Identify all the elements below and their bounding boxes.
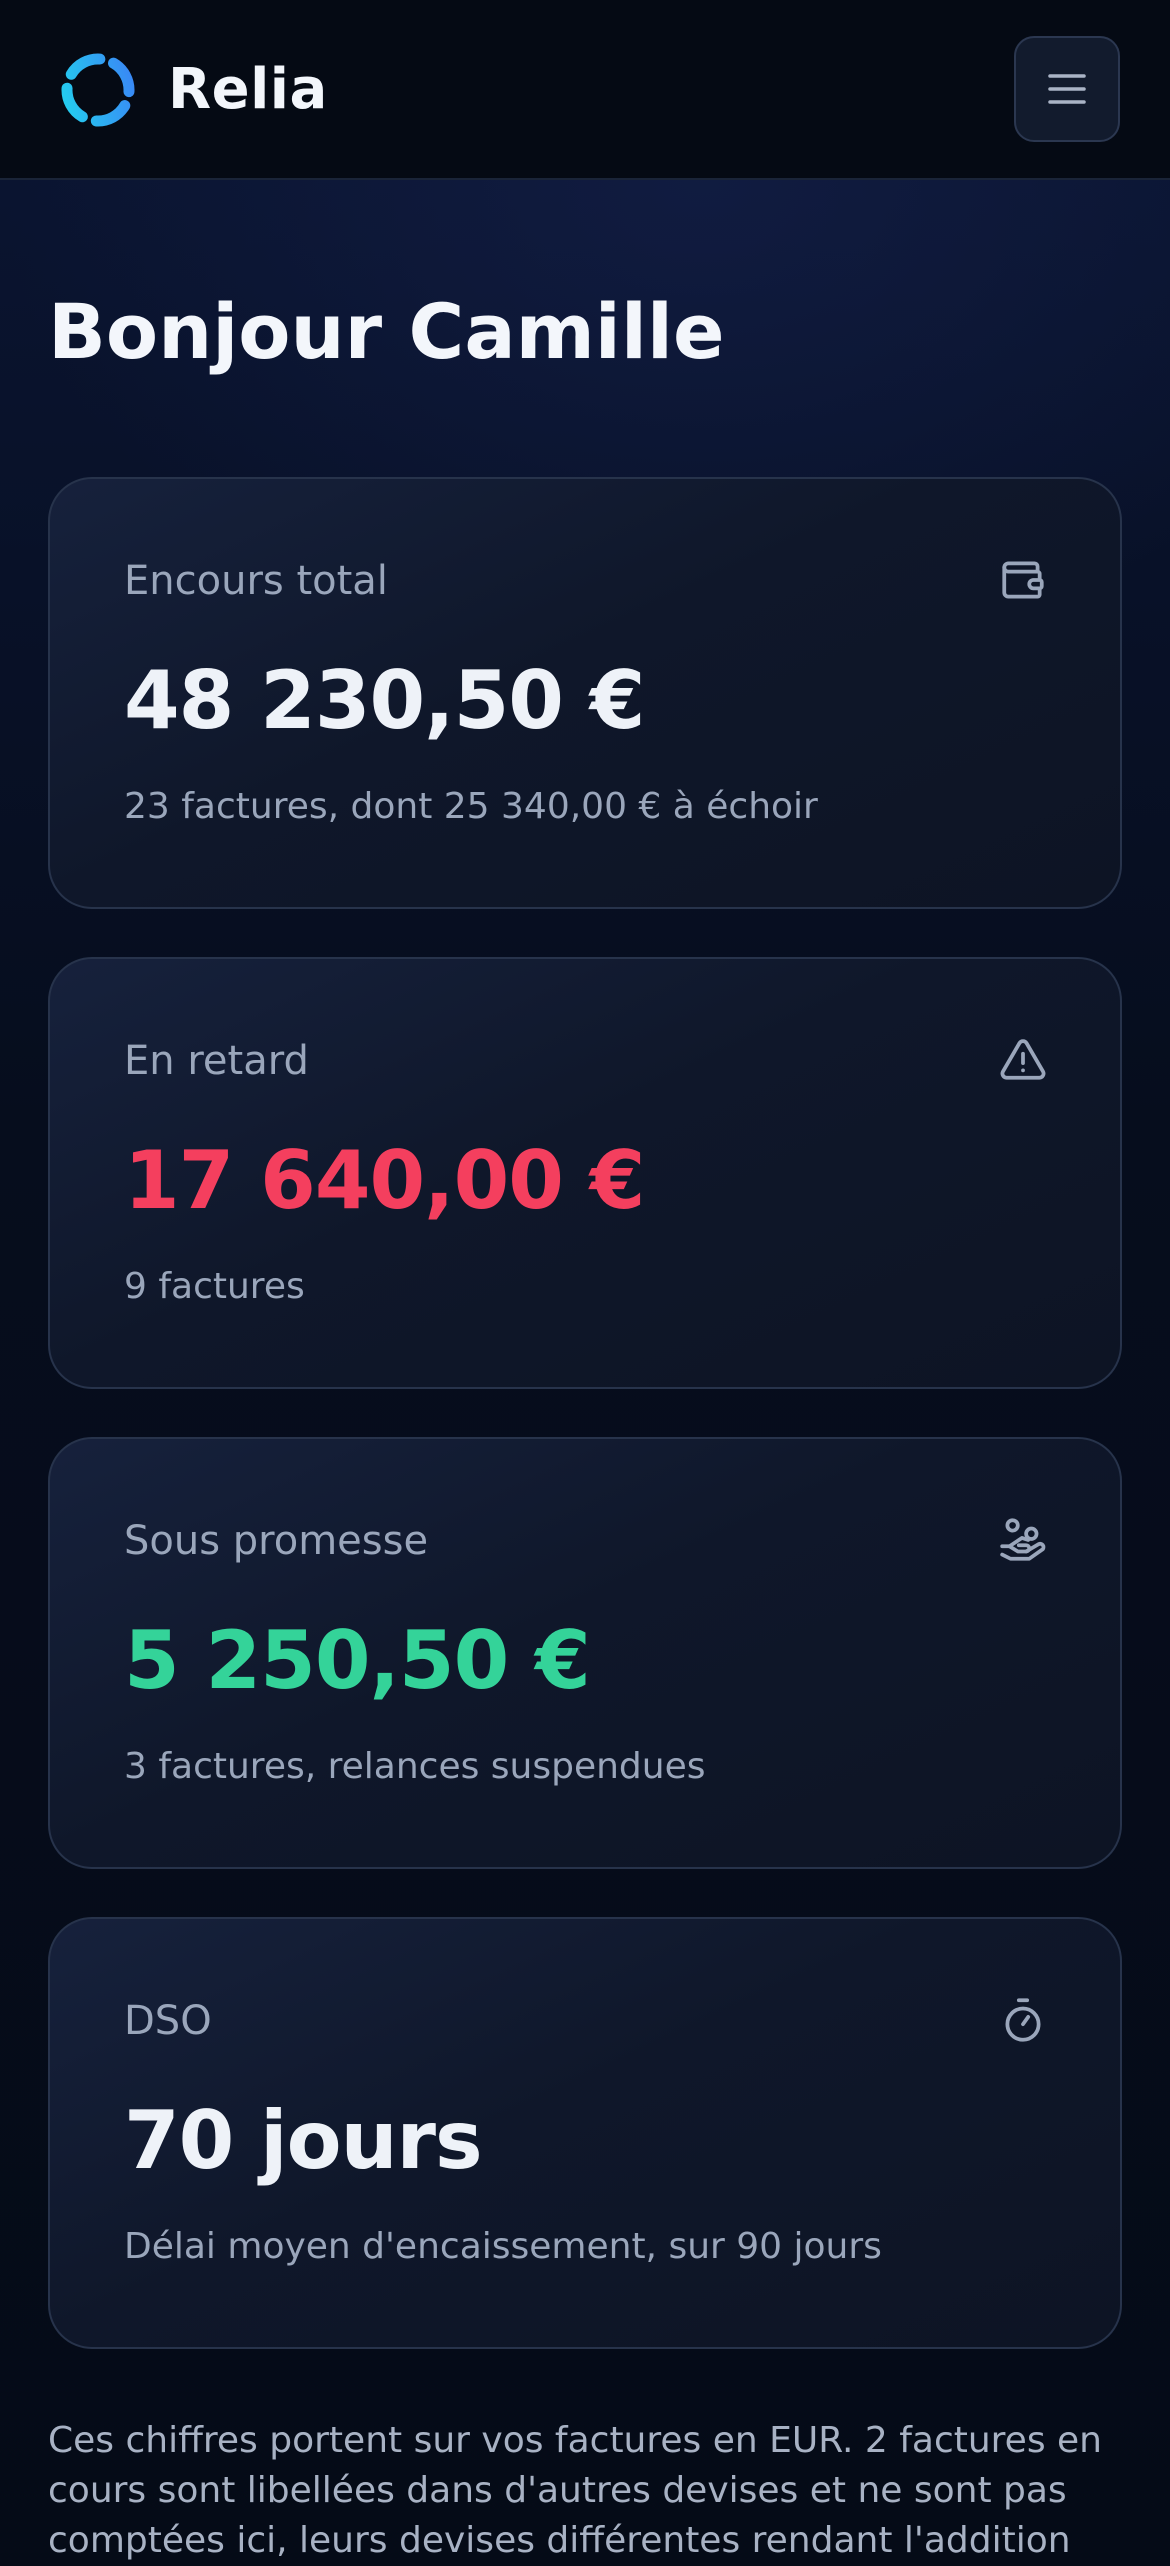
kpi-card-subtitle: Délai moyen d'encaissement, sur 90 jours (124, 2226, 882, 2267)
kpi-card-value: 5 250,50 € (124, 1614, 591, 1707)
kpi-card-subtitle: 9 factures (124, 1266, 305, 1307)
kpi-card-label: Encours total (124, 558, 388, 604)
stopwatch-icon (1005, 1998, 1041, 2042)
brand-name: Relia (168, 57, 328, 122)
kpi-card-subtitle: 3 factures, relances suspendues (124, 1746, 706, 1787)
kpi-card-dso[interactable]: DSO 70 jours Délai moyen d'encaissement,… (48, 1917, 1122, 2349)
kpi-card-label: DSO (124, 1998, 212, 2044)
currency-footnote: Ces chiffres portent sur vos factures en… (48, 2420, 1102, 2561)
kpi-card-value: 70 jours (124, 2094, 483, 2187)
kpi-card-overdue[interactable]: En retard 17 640,00 € 9 factures (48, 957, 1122, 1389)
kpi-card-total-outstanding[interactable]: Encours total 48 230,50 € 23 factures, d… (48, 477, 1122, 909)
menu-button[interactable] (1014, 36, 1120, 142)
kpi-card-subtitle: 23 factures, dont 25 340,00 € à échoir (124, 786, 818, 827)
page-title: Bonjour Camille (48, 287, 725, 376)
kpi-card-value: 17 640,00 € (124, 1134, 645, 1227)
hamburger-menu-icon (1048, 74, 1086, 104)
kpi-card-under-promise[interactable]: Sous promesse 5 250,50 € 3 factures, rel… (48, 1437, 1122, 1869)
top-bar: Relia (0, 0, 1170, 180)
wallet-icon (1002, 561, 1044, 599)
relia-logo-icon (61, 53, 135, 127)
warning-triangle-icon (1000, 1039, 1046, 1080)
kpi-card-label: Sous promesse (124, 1518, 429, 1564)
hand-coins-icon (1000, 1518, 1046, 1561)
kpi-card-value: 48 230,50 € (124, 654, 645, 747)
kpi-card-label: En retard (124, 1038, 309, 1084)
